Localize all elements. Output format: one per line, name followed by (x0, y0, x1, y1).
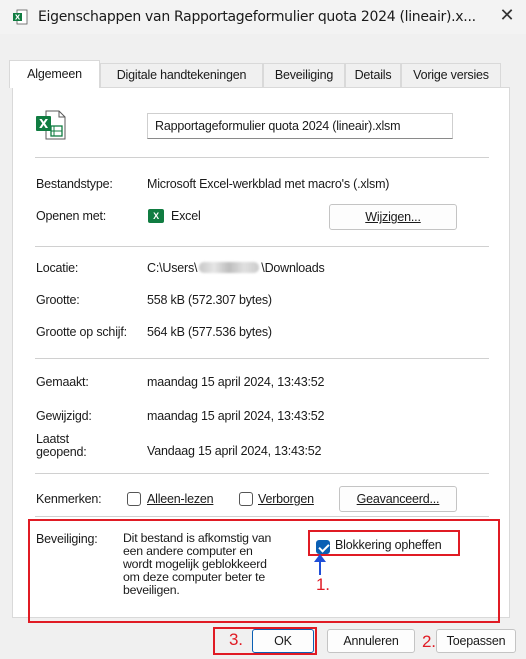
divider (35, 358, 489, 359)
open-with-app: Excel (171, 209, 201, 223)
annotation-step-3: 3. (229, 630, 243, 649)
divider (35, 516, 489, 517)
arrow-up-icon (314, 554, 326, 575)
hidden-label: Verborgen (258, 492, 314, 506)
file-type-value: Microsoft Excel-werkblad met macro's (.x… (147, 177, 390, 191)
tab-details[interactable]: Details (345, 63, 401, 87)
size-on-disk-label: Grootte op schijf: (36, 325, 127, 339)
tab-beveiliging[interactable]: Beveiliging (263, 63, 345, 87)
window-title: Eigenschappen van Rapportageformulier qu… (38, 9, 476, 25)
modified-value: maandag 15 april 2024, 13:43:52 (147, 409, 325, 423)
tab-vorige-versies[interactable]: Vorige versies (401, 63, 501, 87)
divider (35, 473, 489, 474)
size-value: 558 kB (572.307 bytes) (147, 293, 272, 307)
created-value: maandag 15 april 2024, 13:43:52 (147, 375, 325, 389)
annotation-step-2: 2. (422, 632, 436, 651)
filename-input[interactable]: Rapportageformulier quota 2024 (lineair)… (147, 113, 453, 139)
apply-button[interactable]: Toepassen (436, 629, 516, 653)
advanced-button[interactable]: Geavanceerd... (339, 486, 457, 512)
accessed-value: Vandaag 15 april 2024, 13:43:52 (147, 444, 322, 458)
open-with-label: Openen met: (36, 209, 107, 223)
cancel-button[interactable]: Annuleren (327, 629, 415, 653)
annotation-step-1: 1. (316, 575, 330, 594)
svg-text:X: X (39, 117, 49, 131)
location-value: C:\Users\ \Downloads (147, 261, 325, 275)
redacted-username (199, 262, 260, 273)
excel-file-icon: X (13, 9, 28, 25)
size-on-disk-value: 564 kB (577.536 bytes) (147, 325, 272, 339)
readonly-label: Alleen-lezen (147, 492, 214, 506)
excel-file-icon: X (36, 110, 66, 140)
readonly-checkbox[interactable] (127, 492, 141, 506)
excel-app-icon: X (148, 209, 164, 223)
svg-text:X: X (15, 14, 21, 22)
created-label: Gemaakt: (36, 375, 89, 389)
divider (35, 157, 489, 158)
annotation-box-unblock (308, 530, 460, 556)
ok-button[interactable]: OK (252, 629, 314, 653)
modified-label: Gewijzigd: (36, 409, 92, 423)
tab-algemeen[interactable]: Algemeen (9, 60, 100, 88)
accessed-label: Laatst geopend: (36, 432, 87, 459)
tab-digitale-handtekeningen[interactable]: Digitale handtekeningen (100, 63, 263, 87)
change-button[interactable]: Wijzigen... (329, 204, 457, 230)
file-type-label: Bestandstype: (36, 177, 113, 191)
divider (35, 246, 489, 247)
hidden-checkbox[interactable] (239, 492, 253, 506)
location-label: Locatie: (36, 261, 79, 275)
attributes-label: Kenmerken: (36, 492, 102, 506)
size-label: Grootte: (36, 293, 80, 307)
title-bar: X Eigenschappen van Rapportageformulier … (0, 0, 526, 34)
close-icon[interactable]: ✕ (496, 5, 518, 27)
